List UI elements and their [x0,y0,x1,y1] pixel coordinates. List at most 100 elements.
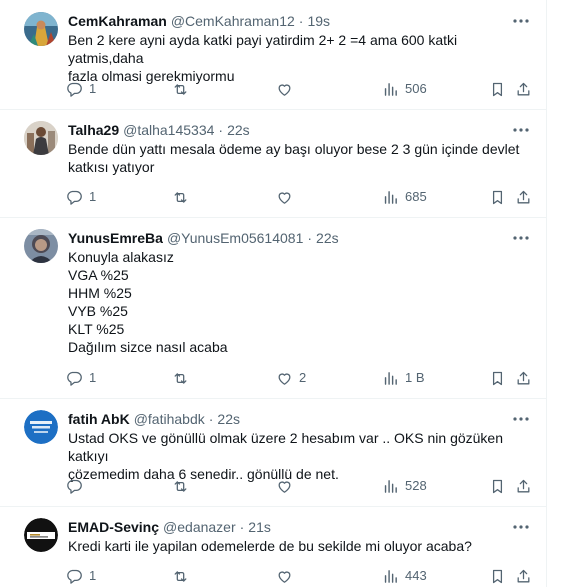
user-handle[interactable]: @talha145334 [123,120,214,140]
bookmark-button[interactable] [489,79,506,99]
reply-button[interactable] [66,476,83,496]
display-name[interactable]: YunusEmreBa [68,228,163,248]
share-icon [515,81,532,98]
more-options-icon[interactable] [511,519,531,535]
tweet[interactable]: Talha29 @talha145334 · 22s Bende dün yat… [0,110,546,218]
heart-icon [276,189,293,206]
separator-dot: · [307,230,313,246]
share-button[interactable] [515,476,532,496]
view-count: 685 [405,189,427,204]
reply-button[interactable]: 1 [66,187,96,207]
bookmark-icon [489,189,506,206]
more-options-icon[interactable] [511,13,531,29]
share-icon [515,568,532,585]
timestamp[interactable]: 22s [316,228,339,248]
scrollbar[interactable] [548,0,563,587]
reply-count: 1 [89,81,97,96]
reply-icon [66,370,83,387]
tweet-body: EMAD-Sevinç @edanazer · 21s Kredi karti … [68,517,533,555]
reply-feed: CemKahraman @CemKahraman12 · 19s Ben 2 k… [0,0,547,587]
avatar[interactable] [24,121,58,155]
view-count: 1 B [405,370,425,385]
share-icon [515,370,532,387]
reply-count: 1 [89,568,97,583]
tweet-text-line: KLT %25 [68,321,125,337]
tweet-text-line: Dağılım sizce nasıl acaba [68,339,228,355]
share-button[interactable] [515,79,532,99]
separator-dot: · [218,122,224,138]
retweet-icon [172,370,189,387]
display-name[interactable]: fatih AbK [68,409,130,429]
tweet[interactable]: CemKahraman @CemKahraman12 · 19s Ben 2 k… [0,0,546,110]
timestamp[interactable]: 21s [248,517,271,537]
tweet[interactable]: EMAD-Sevinç @edanazer · 21s Kredi karti … [0,507,546,587]
avatar[interactable] [24,410,58,444]
views-button[interactable]: 528 [382,476,427,496]
retweet-button[interactable] [172,476,189,496]
avatar[interactable] [24,12,58,46]
user-handle[interactable]: @fatihabdk [134,409,205,429]
like-button[interactable]: 2 [276,368,306,388]
reply-button[interactable]: 1 [66,566,96,586]
user-handle[interactable]: @YunusEm05614081 [167,228,303,248]
tweet-header: YunusEmreBa @YunusEm05614081 · 22s [68,228,533,248]
views-button[interactable]: 506 [382,79,427,99]
tweet[interactable]: fatih AbK @fatihabdk · 22s Ustad OKS ve … [0,399,546,507]
tweet[interactable]: YunusEmreBa @YunusEm05614081 · 22s Konuy… [0,218,546,399]
more-options-icon[interactable] [511,122,531,138]
tweet-text-line: VYB %25 [68,303,128,319]
views-button[interactable]: 443 [382,566,427,586]
retweet-button[interactable] [172,368,189,388]
like-button[interactable] [276,476,293,496]
bookmark-icon [489,370,506,387]
timestamp[interactable]: 19s [307,11,330,31]
timestamp[interactable]: 22s [217,409,240,429]
reply-icon [66,568,83,585]
views-button[interactable]: 685 [382,187,427,207]
heart-icon [276,370,293,387]
bookmark-icon [489,478,506,495]
more-options-icon[interactable] [511,230,531,246]
like-button[interactable] [276,566,293,586]
retweet-icon [172,568,189,585]
reply-button[interactable]: 1 [66,79,96,99]
share-button[interactable] [515,187,532,207]
avatar[interactable] [24,229,58,263]
user-handle[interactable]: @CemKahraman12 [171,11,295,31]
like-count: 2 [299,370,307,385]
share-button[interactable] [515,368,532,388]
retweet-icon [172,478,189,495]
bookmark-button[interactable] [489,368,506,388]
retweet-button[interactable] [172,566,189,586]
display-name[interactable]: Talha29 [68,120,119,140]
display-name[interactable]: EMAD-Sevinç [68,517,159,537]
separator-dot: · [298,13,304,29]
heart-icon [276,568,293,585]
reply-count: 1 [89,370,97,385]
like-button[interactable] [276,187,293,207]
analytics-icon [382,81,399,98]
timestamp[interactable]: 22s [227,120,250,140]
tweet-text-line: katkısı yatıyor [68,159,155,175]
analytics-icon [382,189,399,206]
share-button[interactable] [515,566,532,586]
retweet-button[interactable] [172,187,189,207]
like-button[interactable] [276,79,293,99]
action-bar: 1 2 1 B [66,368,535,388]
display-name[interactable]: CemKahraman [68,11,167,31]
views-button[interactable]: 1 B [382,368,425,388]
retweet-icon [172,189,189,206]
tweet-text-line: Kredi karti ile yapilan odemelerde de bu… [68,538,472,554]
tweet-text: Bende dün yattı mesala ödeme ay başı olu… [68,140,533,176]
bookmark-button[interactable] [489,187,506,207]
more-options-icon[interactable] [511,411,531,427]
avatar[interactable] [24,518,58,552]
bookmark-button[interactable] [489,476,506,496]
reply-button[interactable]: 1 [66,368,96,388]
retweet-button[interactable] [172,79,189,99]
reply-icon [66,478,83,495]
share-icon [515,478,532,495]
bookmark-button[interactable] [489,566,506,586]
tweet-header: Talha29 @talha145334 · 22s [68,120,533,140]
user-handle[interactable]: @edanazer [163,517,236,537]
